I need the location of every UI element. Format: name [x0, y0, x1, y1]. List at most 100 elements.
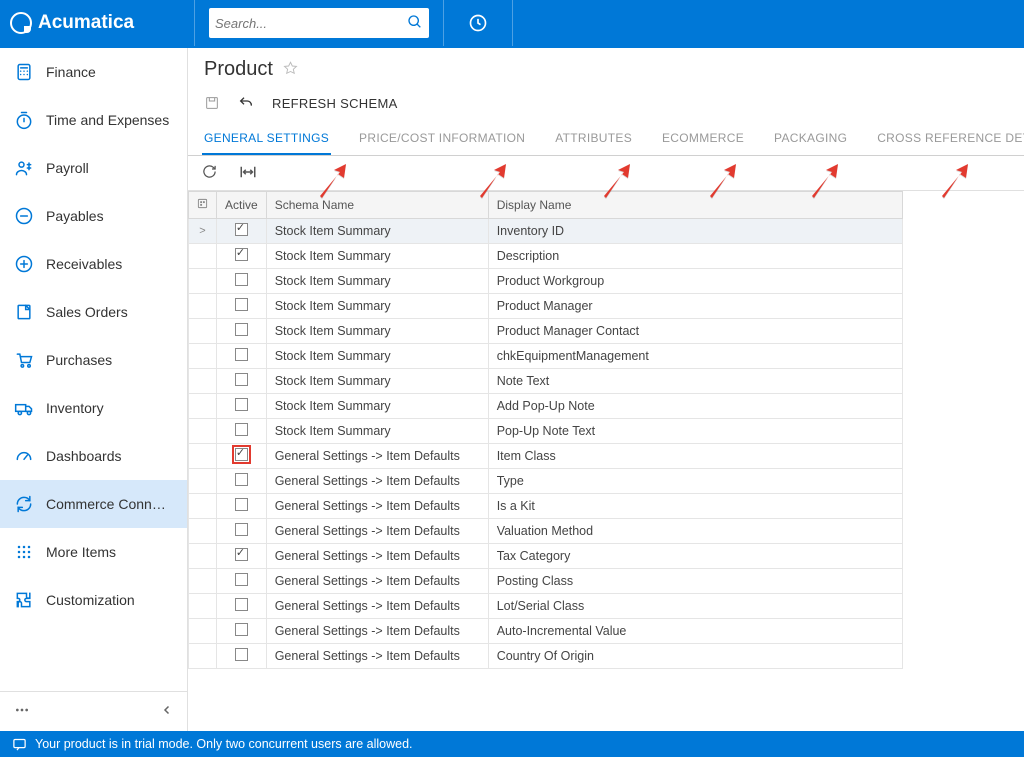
sidebar-item-label: Inventory	[46, 400, 104, 416]
brand-name: Acumatica	[38, 12, 134, 34]
active-checkbox[interactable]	[217, 644, 267, 669]
table-row[interactable]: General Settings -> Item DefaultsAuto-In…	[189, 619, 903, 644]
row-indicator: >	[189, 219, 217, 244]
row-indicator	[189, 494, 217, 519]
row-indicator	[189, 419, 217, 444]
table-row[interactable]: Stock Item SummaryDescription	[189, 244, 903, 269]
table-row[interactable]: General Settings -> Item DefaultsPosting…	[189, 569, 903, 594]
sidebar-item-dashboards[interactable]: Dashboards	[0, 432, 187, 480]
divider	[443, 0, 444, 46]
active-checkbox[interactable]	[217, 244, 267, 269]
table-row[interactable]: Stock Item SummaryAdd Pop-Up Note	[189, 394, 903, 419]
row-indicator	[189, 294, 217, 319]
sidebar-item-customization[interactable]: Customization	[0, 576, 187, 624]
table-row[interactable]: Stock Item SummaryPop-Up Note Text	[189, 419, 903, 444]
plus-circle-icon	[14, 254, 34, 274]
table-row[interactable]: Stock Item SummaryProduct Manager Contac…	[189, 319, 903, 344]
sidebar-item-label: Finance	[46, 64, 96, 80]
tab-attributes[interactable]: ATTRIBUTES	[553, 121, 634, 155]
table-row[interactable]: Stock Item SummaryProduct Manager	[189, 294, 903, 319]
display-name-cell: Pop-Up Note Text	[488, 419, 902, 444]
active-checkbox[interactable]	[217, 219, 267, 244]
active-checkbox[interactable]	[217, 319, 267, 344]
tab-packaging[interactable]: PACKAGING	[772, 121, 849, 155]
tab-cross-reference-details[interactable]: CROSS REFERENCE DETAILS	[875, 121, 1024, 155]
table-row[interactable]: >Stock Item SummaryInventory ID	[189, 219, 903, 244]
active-checkbox[interactable]	[217, 294, 267, 319]
active-checkbox[interactable]	[217, 619, 267, 644]
sidebar-item-purchases[interactable]: Purchases	[0, 336, 187, 384]
active-checkbox[interactable]	[217, 494, 267, 519]
schema-name-cell: General Settings -> Item Defaults	[266, 594, 488, 619]
collapse-icon[interactable]	[161, 704, 173, 719]
active-checkbox[interactable]	[217, 369, 267, 394]
active-checkbox[interactable]	[217, 469, 267, 494]
display-name-cell: Tax Category	[488, 544, 902, 569]
search-input[interactable]	[215, 16, 407, 31]
schema-name-cell: Stock Item Summary	[266, 244, 488, 269]
sidebar-item-label: Payables	[46, 208, 104, 224]
table-row[interactable]: Stock Item SummaryNote Text	[189, 369, 903, 394]
search-box[interactable]	[209, 8, 429, 38]
search-icon[interactable]	[407, 14, 423, 33]
active-checkbox[interactable]	[217, 569, 267, 594]
table-container[interactable]: Active Schema Name Display Name >Stock I…	[188, 191, 1024, 731]
table-row[interactable]: General Settings -> Item DefaultsLot/Ser…	[189, 594, 903, 619]
fit-columns-icon[interactable]	[239, 165, 257, 182]
save-icon[interactable]	[204, 95, 220, 111]
active-checkbox[interactable]	[217, 594, 267, 619]
row-indicator	[189, 369, 217, 394]
col-active[interactable]: Active	[217, 192, 267, 219]
active-checkbox[interactable]	[217, 394, 267, 419]
sidebar-item-finance[interactable]: Finance	[0, 48, 187, 96]
sidebar-item-receivables[interactable]: Receivables	[0, 240, 187, 288]
display-name-cell: Item Class	[488, 444, 902, 469]
table-row[interactable]: General Settings -> Item DefaultsIs a Ki…	[189, 494, 903, 519]
active-checkbox[interactable]	[217, 419, 267, 444]
schema-name-cell: Stock Item Summary	[266, 344, 488, 369]
more-icon[interactable]	[14, 702, 30, 721]
sidebar-item-payroll[interactable]: Payroll	[0, 144, 187, 192]
sidebar-item-label: More Items	[46, 544, 116, 560]
col-indicator[interactable]	[189, 192, 217, 219]
calculator-icon	[14, 62, 34, 82]
refresh-icon[interactable]	[202, 164, 217, 182]
divider	[194, 0, 195, 46]
sidebar-item-commerce-connec-[interactable]: Commerce Connec…	[0, 480, 187, 528]
col-schema[interactable]: Schema Name	[266, 192, 488, 219]
note-icon	[14, 302, 34, 322]
sidebar-item-more-items[interactable]: More Items	[0, 528, 187, 576]
col-display[interactable]: Display Name	[488, 192, 902, 219]
schema-name-cell: Stock Item Summary	[266, 269, 488, 294]
table-row[interactable]: General Settings -> Item DefaultsItem Cl…	[189, 444, 903, 469]
table-row[interactable]: General Settings -> Item DefaultsCountry…	[189, 644, 903, 669]
sidebar-item-sales-orders[interactable]: Sales Orders	[0, 288, 187, 336]
tab-ecommerce[interactable]: ECOMMERCE	[660, 121, 746, 155]
schema-table: Active Schema Name Display Name >Stock I…	[188, 191, 903, 669]
table-row[interactable]: General Settings -> Item DefaultsValuati…	[189, 519, 903, 544]
sidebar-item-inventory[interactable]: Inventory	[0, 384, 187, 432]
active-checkbox[interactable]	[217, 444, 267, 469]
table-row[interactable]: General Settings -> Item DefaultsTax Cat…	[189, 544, 903, 569]
refresh-schema-button[interactable]: REFRESH SCHEMA	[272, 96, 398, 111]
tabs: GENERAL SETTINGS PRICE/COST INFORMATION AT…	[188, 121, 1024, 156]
favorite-icon[interactable]	[283, 61, 298, 79]
tab-price-cost-information[interactable]: PRICE/COST INFORMATION	[357, 121, 527, 155]
brand-logo[interactable]: Acumatica	[10, 12, 180, 34]
display-name-cell: Auto-Incremental Value	[488, 619, 902, 644]
display-name-cell: Product Manager	[488, 294, 902, 319]
active-checkbox[interactable]	[217, 269, 267, 294]
clock-icon[interactable]	[458, 3, 498, 43]
sidebar-item-payables[interactable]: Payables	[0, 192, 187, 240]
table-row[interactable]: Stock Item SummarychkEquipmentManagement	[189, 344, 903, 369]
row-indicator	[189, 644, 217, 669]
table-row[interactable]: General Settings -> Item DefaultsType	[189, 469, 903, 494]
active-checkbox[interactable]	[217, 544, 267, 569]
active-checkbox[interactable]	[217, 344, 267, 369]
sidebar-item-time-and-expenses[interactable]: Time and Expenses	[0, 96, 187, 144]
undo-icon[interactable]	[238, 95, 254, 111]
active-checkbox[interactable]	[217, 519, 267, 544]
tab-general-settings[interactable]: GENERAL SETTINGS	[202, 121, 331, 155]
table-row[interactable]: Stock Item SummaryProduct Workgroup	[189, 269, 903, 294]
status-message: Your product is in trial mode. Only two …	[35, 737, 413, 751]
